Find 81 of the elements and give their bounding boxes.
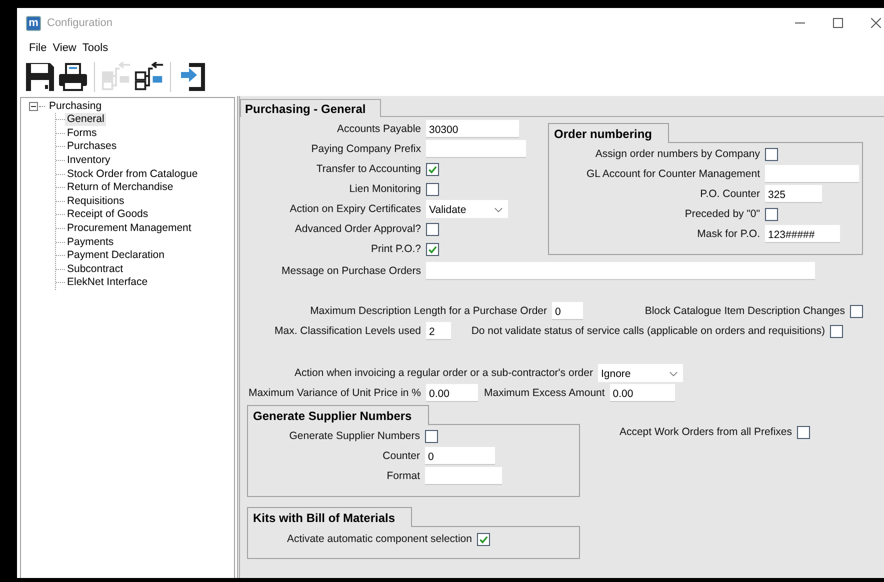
group-title: Generate Supplier Numbers — [247, 405, 429, 425]
dropdown[interactable]: Validate — [426, 200, 508, 218]
field-label: Maximum Excess Amount — [484, 387, 605, 399]
maximize-icon[interactable] — [833, 18, 843, 28]
checkbox[interactable] — [426, 162, 439, 176]
field-label: Format — [386, 470, 420, 482]
group-title: Order numbering — [548, 123, 670, 143]
field-label: Assign order numbers by Company — [594, 148, 760, 160]
field-label: Print P.O.? — [370, 243, 421, 255]
field-label: Action on Expiry Certificates — [288, 203, 421, 215]
window-title: Configuration — [47, 17, 112, 29]
menu-item[interactable]: Tools — [82, 42, 108, 54]
field-label: Max. Classification Levels used — [274, 325, 421, 337]
checkbox[interactable] — [765, 148, 778, 160]
tree-item[interactable]: Return of Merchandise — [65, 181, 176, 194]
checkbox[interactable] — [426, 242, 439, 256]
group-title: Kits with Bill of Materials — [247, 507, 412, 527]
field-label: Paying Company Prefix — [310, 143, 421, 155]
checkbox[interactable] — [426, 182, 439, 196]
close-icon[interactable] — [871, 18, 881, 28]
text-field[interactable]: 123##### — [765, 225, 840, 243]
text-field[interactable] — [426, 140, 526, 158]
tree-item[interactable]: Requisitions — [65, 194, 126, 208]
field-label: Transfer to Accounting — [315, 163, 421, 175]
tree-item[interactable]: Stock Order from Catalogue — [65, 168, 200, 181]
collapse-icon[interactable] — [29, 102, 38, 111]
tree-item[interactable]: Payments — [65, 236, 116, 249]
tree-item[interactable]: Forms — [65, 126, 99, 140]
tree-item[interactable]: Purchases — [65, 140, 119, 154]
field-label: Activate automatic component selection — [286, 533, 472, 545]
text-field[interactable]: 30300 — [426, 120, 519, 138]
tree-item[interactable]: Subcontract — [65, 262, 126, 276]
tree-item[interactable]: Receipt of Goods — [65, 208, 150, 222]
text-field[interactable]: 2 — [426, 322, 451, 340]
checkbox[interactable] — [797, 426, 810, 438]
text-field[interactable] — [426, 262, 815, 280]
app-logo: m — [26, 16, 41, 30]
field-label: Maximum Variance of Unit Price in % — [247, 387, 421, 399]
text-field[interactable] — [425, 467, 502, 485]
menu-item[interactable]: View — [52, 42, 76, 54]
tree-item[interactable]: Purchasing — [47, 100, 104, 113]
text-field[interactable]: 0.00 — [610, 384, 675, 402]
transfer-icon[interactable] — [134, 62, 164, 92]
field-label: Accept Work Orders from all Prefixes — [618, 426, 792, 438]
text-field[interactable]: 325 — [765, 185, 822, 203]
checkbox[interactable] — [425, 430, 438, 442]
chevron-down-icon — [669, 371, 678, 377]
field-label: Block Catalogue Item Description Changes — [644, 305, 845, 317]
field-label: Do not validate status of service calls (applicable on orders and requisitions) — [471, 325, 825, 337]
checkbox[interactable] — [850, 304, 863, 318]
checkbox[interactable] — [477, 532, 490, 546]
tab[interactable]: Purchasing - General — [240, 99, 381, 117]
field-label: Preceded by "0" — [684, 208, 760, 220]
tree-item[interactable]: Procurement Management — [65, 222, 194, 236]
field-label: Accounts Payable — [336, 123, 421, 135]
tree-item[interactable]: ElekNet Interface — [65, 276, 150, 290]
tree-item[interactable]: Payment Declaration — [65, 249, 166, 262]
floppy-disk-icon[interactable] — [25, 62, 55, 92]
printer-icon[interactable] — [58, 62, 88, 92]
menu-item[interactable]: File — [29, 42, 47, 54]
text-field[interactable]: 0.00 — [426, 384, 478, 402]
field-label: Advanced Order Approval? — [294, 223, 421, 235]
field-label: GL Account for Counter Management — [585, 168, 760, 180]
checkbox[interactable] — [426, 222, 439, 236]
checkbox[interactable] — [830, 324, 843, 338]
dropdown[interactable]: Ignore — [598, 364, 683, 382]
checkbox[interactable] — [765, 208, 778, 220]
field-label: Action when invoicing a regular order or a sub-contractor's order — [294, 367, 593, 379]
field-label: Maximum Description Length for a Purchase Order — [309, 305, 547, 317]
field-label: Lien Monitoring — [348, 183, 421, 195]
chevron-down-icon — [494, 207, 503, 213]
text-field[interactable] — [765, 165, 859, 183]
tree-item[interactable]: General — [65, 113, 106, 126]
tree-item[interactable]: Inventory — [65, 154, 112, 168]
field-label: Counter — [382, 450, 420, 462]
field-label: Mask for P.O. — [696, 228, 760, 240]
text-field[interactable]: 0 — [552, 302, 583, 320]
field-label: Message on Purchase Orders — [280, 265, 421, 277]
field-label: P.O. Counter — [699, 188, 760, 200]
text-field[interactable]: 0 — [425, 447, 495, 465]
field-label: Generate Supplier Numbers — [288, 430, 420, 442]
